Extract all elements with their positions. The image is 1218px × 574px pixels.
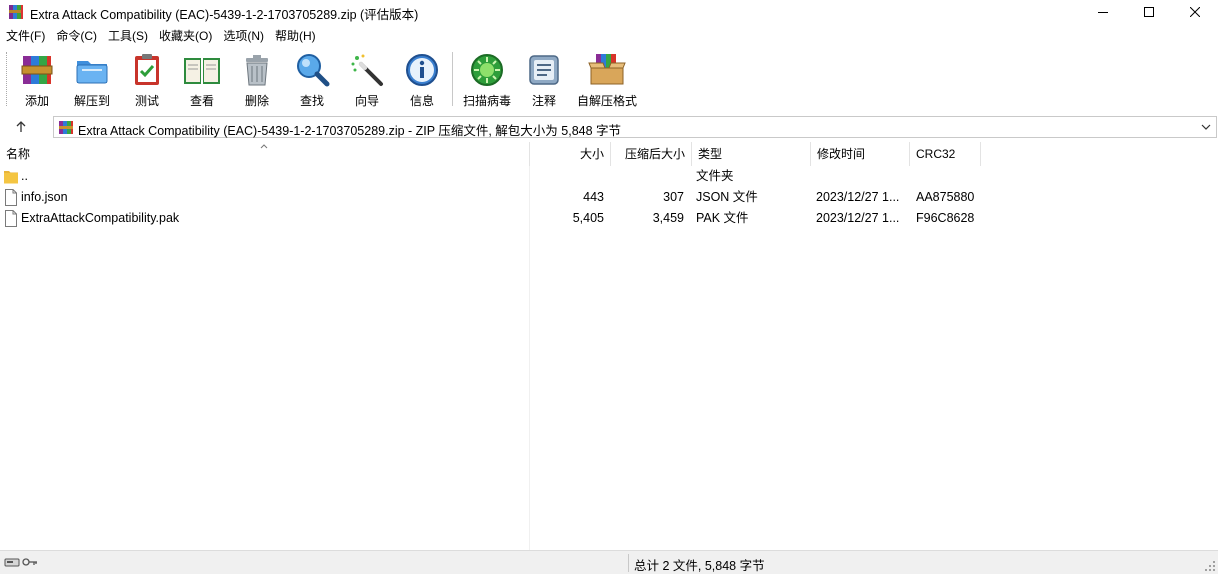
add-button[interactable]: 添加 [10, 50, 64, 110]
view-button[interactable]: 查看 [175, 50, 229, 110]
view-book-icon [184, 58, 220, 84]
virus-scan-button-label: 扫描病毒 [462, 94, 511, 108]
file-list[interactable]: 名称 大小 压缩后大小 类型 修改时间 CRC32 .. 文件夹 info.js… [0, 142, 1218, 550]
wizard-button[interactable]: 向导 [340, 50, 394, 110]
status-divider [628, 554, 629, 572]
status-drive-indicators [4, 556, 38, 568]
column-modified[interactable]: 修改时间 [811, 142, 909, 166]
status-summary: 总计 2 文件, 5,848 字节 [634, 559, 765, 573]
file-icon [5, 210, 17, 227]
chevron-down-icon [1201, 124, 1211, 130]
test-button[interactable]: 测试 [120, 50, 174, 110]
virus-scan-icon [471, 54, 503, 86]
list-item-pak-file[interactable]: ExtraAttackCompatibility.pak 5,405 3,459… [0, 208, 1218, 229]
status-bar: 总计 2 文件, 5,848 字节 [0, 550, 1218, 574]
comment-button-label: 注释 [531, 94, 556, 108]
address-dropdown-button[interactable] [1198, 119, 1214, 135]
close-button[interactable] [1172, 0, 1218, 24]
file-icon [5, 189, 17, 206]
column-header: 名称 大小 压缩后大小 类型 修改时间 CRC32 [0, 142, 1218, 166]
comment-button[interactable]: 注释 [517, 50, 571, 110]
column-packed-size[interactable]: 压缩后大小 [611, 142, 691, 166]
extract-to-button[interactable]: 解压到 [65, 50, 119, 110]
wizard-button-label: 向导 [354, 94, 379, 108]
file-packed-size: 307 [663, 190, 684, 204]
test-button-label: 测试 [134, 94, 159, 108]
file-type: PAK 文件 [696, 211, 749, 225]
file-modified: 2023/12/27 1... [816, 211, 900, 225]
drive-icon [4, 558, 20, 567]
maximize-icon [1144, 7, 1154, 17]
list-item-info-json[interactable]: info.json 443 307 JSON 文件 2023/12/27 1..… [0, 187, 1218, 208]
menu-file[interactable]: 文件(F) [0, 25, 50, 47]
file-type: JSON 文件 [696, 190, 758, 204]
find-magnifier-icon [297, 54, 330, 87]
toolbar: 添加 解压到 测试 查看 删除 查找 向导 信息 扫描病毒 注释 自解压格式 [0, 48, 1218, 112]
column-crc32[interactable]: CRC32 [910, 142, 980, 166]
menu-favorites[interactable]: 收藏夹(O) [153, 25, 217, 47]
title-bar: Extra Attack Compatibility (EAC)-5439-1-… [0, 0, 1218, 24]
delete-trash-icon [246, 55, 268, 86]
column-type[interactable]: 类型 [692, 142, 810, 166]
minimize-button[interactable] [1080, 0, 1126, 24]
address-path: Extra Attack Compatibility (EAC)-5439-1-… [78, 124, 622, 138]
menu-commands[interactable]: 命令(C) [50, 25, 102, 47]
arrow-up-icon [16, 121, 26, 132]
column-area-divider [529, 166, 530, 550]
maximize-button[interactable] [1126, 0, 1172, 24]
delete-button-label: 删除 [244, 94, 269, 108]
sort-ascending-icon [260, 144, 268, 149]
file-name: info.json [21, 190, 68, 204]
menu-help[interactable]: 帮助(H) [269, 25, 321, 47]
menu-tools[interactable]: 工具(S) [102, 25, 153, 47]
find-button-label: 查找 [299, 94, 324, 108]
archive-icon [59, 121, 73, 134]
file-name: ExtraAttackCompatibility.pak [21, 211, 180, 225]
file-type: 文件夹 [696, 169, 734, 183]
file-modified: 2023/12/27 1... [816, 190, 900, 204]
close-icon [1190, 7, 1200, 17]
add-archive-icon [21, 56, 53, 84]
file-crc32: F96C8628 [916, 211, 975, 225]
sfx-button[interactable]: 自解压格式 [576, 50, 638, 110]
toolbar-separator [452, 52, 453, 106]
folder-icon [4, 171, 18, 184]
menu-bar: 文件(F) 命令(C) 工具(S) 收藏夹(O) 选项(N) 帮助(H) [0, 25, 321, 47]
file-packed-size: 3,459 [652, 211, 684, 225]
file-crc32: AA875880 [916, 190, 975, 204]
column-divider [980, 142, 981, 166]
comment-icon [529, 55, 559, 85]
sfx-box-icon [588, 54, 626, 85]
address-bar[interactable]: Extra Attack Compatibility (EAC)-5439-1-… [53, 116, 1217, 138]
info-button-label: 信息 [409, 94, 434, 108]
file-size: 5,405 [572, 211, 604, 225]
address-row: Extra Attack Compatibility (EAC)-5439-1-… [0, 114, 1218, 140]
test-clipboard-icon [135, 54, 159, 85]
window-title: Extra Attack Compatibility (EAC)-5439-1-… [30, 8, 419, 22]
resize-grip-icon[interactable] [1204, 560, 1216, 572]
file-size: 443 [583, 190, 604, 204]
delete-button[interactable]: 删除 [230, 50, 284, 110]
info-icon [406, 54, 438, 86]
file-name: .. [21, 169, 28, 183]
up-level-button[interactable] [10, 118, 32, 136]
extract-to-button-label: 解压到 [73, 94, 110, 108]
extract-folder-icon [76, 61, 108, 84]
column-size[interactable]: 大小 [530, 142, 610, 166]
winrar-app-icon [9, 5, 23, 19]
toolbar-grip [6, 52, 9, 106]
view-button-label: 查看 [189, 94, 214, 108]
find-button[interactable]: 查找 [285, 50, 339, 110]
add-button-label: 添加 [24, 94, 49, 108]
minimize-icon [1098, 12, 1108, 13]
list-item-parent-folder[interactable]: .. 文件夹 [0, 166, 1218, 187]
wizard-wand-icon [351, 54, 383, 86]
menu-options[interactable]: 选项(N) [217, 25, 269, 47]
virus-scan-button[interactable]: 扫描病毒 [460, 50, 514, 110]
info-button[interactable]: 信息 [395, 50, 449, 110]
sfx-button-label: 自解压格式 [576, 94, 637, 108]
key-icon [22, 558, 37, 566]
